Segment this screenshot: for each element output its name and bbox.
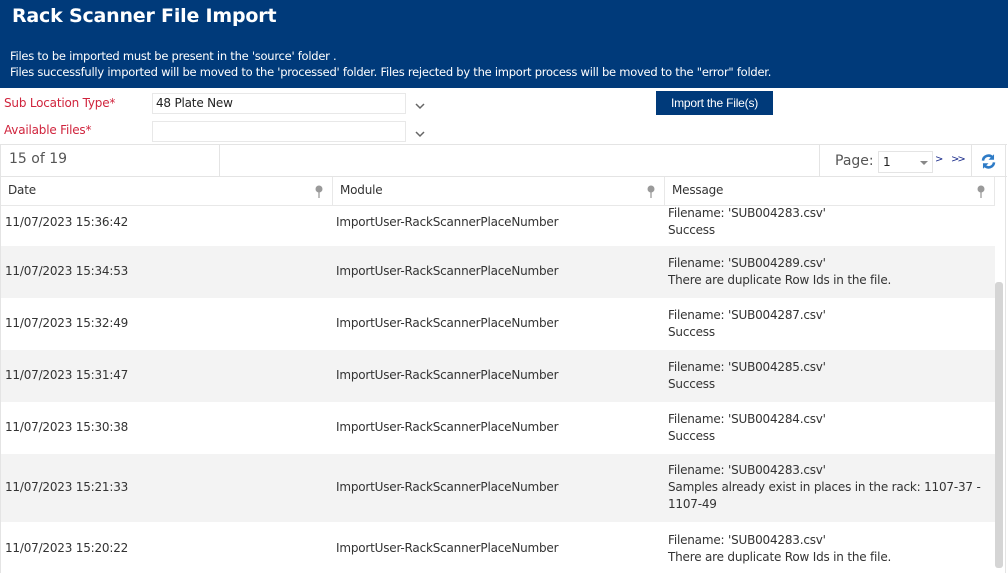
cell-message: Filename: 'SUB004283.csv' There are dupli… [668,533,892,564]
table-row[interactable]: 11/07/2023 15:30:38 ImportUser-RackScann… [1,402,995,454]
cell-date: 11/07/2023 15:36:42 [5,215,129,229]
grid-header-row: Date Module Message [1,177,995,206]
next-page-button[interactable]: > [935,154,943,165]
cell-date: 11/07/2023 15:21:33 [5,480,129,494]
cell-message: Filename: 'SUB004283.csv' Samples already… [668,463,981,511]
table-row[interactable]: 11/07/2023 15:36:42 ImportUser-RackScann… [1,207,995,246]
divider [819,145,820,177]
vertical-scrollbar-thumb[interactable] [995,282,1003,568]
page-header: Rack Scanner File Import Files to be imp… [0,0,1008,88]
available-files-select[interactable] [152,121,406,142]
cell-date: 11/07/2023 15:34:53 [5,264,129,278]
filter-pin-icon[interactable] [646,185,656,199]
cell-module: ImportUser-RackScannerPlaceNumber [336,368,559,382]
chevron-down-icon[interactable] [414,128,426,140]
sub-location-type-select[interactable]: 48 Plate New [152,93,406,114]
grid-body: 11/07/2023 15:36:42 ImportUser-RackScann… [1,207,995,573]
cell-module: ImportUser-RackScannerPlaceNumber [336,541,559,555]
cell-message: Filename: 'SUB004285.csv' Success [668,360,826,391]
page-title: Rack Scanner File Import [12,5,277,27]
table-row[interactable]: 11/07/2023 15:32:49 ImportUser-RackScann… [1,298,995,350]
import-files-button[interactable]: Import the File(s) [656,91,773,115]
sub-location-type-label: Sub Location Type* [4,96,116,110]
column-header-label: Module [340,183,383,197]
cell-date: 11/07/2023 15:30:38 [5,420,129,434]
import-log-grid: 15 of 19 Page: 1 > >> Date Module Messag… [0,144,1007,573]
column-header-label: Message [672,183,724,197]
divider [971,145,972,177]
refresh-icon[interactable] [980,153,997,170]
cell-date: 11/07/2023 15:31:47 [5,368,129,382]
cell-module: ImportUser-RackScannerPlaceNumber [336,480,559,494]
filter-pin-icon[interactable] [314,185,324,199]
column-header-message[interactable]: Message [665,177,995,206]
caret-down-icon [920,161,928,165]
page-select-value: 1 [883,155,891,169]
divider [219,145,220,177]
chevron-down-icon[interactable] [414,100,426,112]
page-label: Page: [835,153,874,169]
column-header-date[interactable]: Date [1,177,333,206]
column-header-module[interactable]: Module [333,177,665,206]
table-row[interactable]: 11/07/2023 15:31:47 ImportUser-RackScann… [1,350,995,402]
filter-pin-icon[interactable] [976,185,986,199]
cell-message: Filename: 'SUB004289.csv' There are dupli… [668,256,892,287]
column-header-label: Date [8,183,36,197]
page-select[interactable]: 1 [878,151,933,173]
cell-module: ImportUser-RackScannerPlaceNumber [336,420,559,434]
last-page-button[interactable]: >> [951,154,966,165]
table-row[interactable]: 11/07/2023 15:21:33 ImportUser-RackScann… [1,454,995,522]
table-row[interactable]: 11/07/2023 15:34:53 ImportUser-RackScann… [1,246,995,298]
cell-message: Filename: 'SUB004284.csv' Success [668,412,826,443]
cell-date: 11/07/2023 15:32:49 [5,316,129,330]
cell-message: Filename: 'SUB004283.csv' Success [668,207,826,237]
cell-date: 11/07/2023 15:20:22 [5,541,129,555]
cell-module: ImportUser-RackScannerPlaceNumber [336,264,559,278]
import-instructions: Files to be imported must be present in … [10,48,771,80]
cell-module: ImportUser-RackScannerPlaceNumber [336,316,559,330]
cell-module: ImportUser-RackScannerPlaceNumber [336,215,559,229]
instruction-line-1: Files to be imported must be present in … [10,49,337,63]
cell-message: Filename: 'SUB004287.csv' Success [668,308,826,339]
instruction-line-2: Files successfully imported will be move… [10,65,772,79]
record-count: 15 of 19 [9,151,68,167]
table-row[interactable]: 11/07/2023 15:20:22 ImportUser-RackScann… [1,522,995,573]
grid-pager: 15 of 19 Page: 1 > >> [1,144,1007,177]
available-files-label: Available Files* [4,123,92,137]
